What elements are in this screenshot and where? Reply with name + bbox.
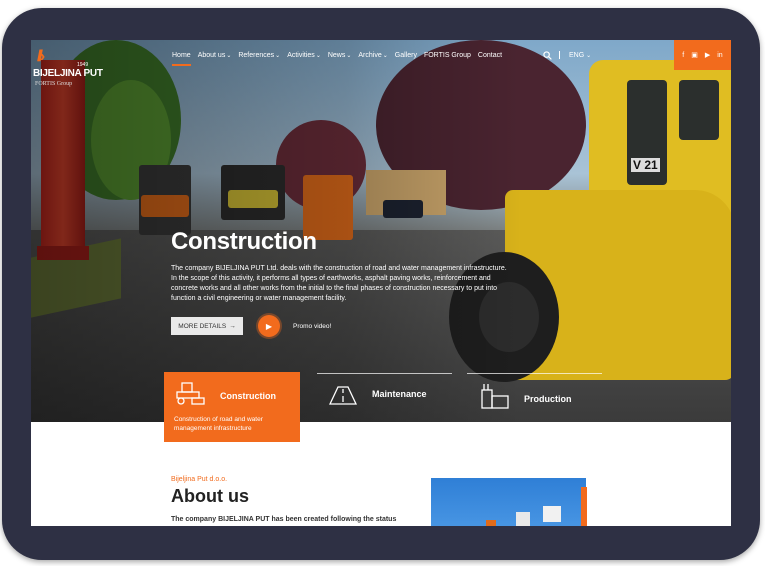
youtube-icon[interactable]: ▶ bbox=[705, 51, 710, 59]
nav-item-label: About us bbox=[197, 52, 226, 59]
language-label: ENG bbox=[569, 52, 585, 59]
play-button[interactable]: ▶ bbox=[258, 315, 280, 337]
nav-item-about-us[interactable]: About us ⌄ bbox=[198, 52, 232, 59]
nav-item-label: News bbox=[327, 52, 346, 59]
card-construction-title: Construction bbox=[220, 391, 276, 401]
hero-overlay bbox=[31, 40, 731, 422]
nav-item-label: Gallery bbox=[394, 52, 417, 59]
nav-item-label: Activities bbox=[287, 52, 315, 59]
card-construction[interactable]: Construction Construction of road and wa… bbox=[164, 372, 300, 442]
logo-group: FORTIS Group bbox=[35, 81, 73, 87]
about-image bbox=[431, 478, 586, 526]
roller-icon bbox=[174, 380, 206, 411]
about-title: About us bbox=[171, 486, 249, 506]
nav-item-news[interactable]: News ⌄ bbox=[328, 52, 352, 59]
factory-icon bbox=[480, 382, 510, 415]
hero-description: The company BIJELJINA PUT Ltd. deals wit… bbox=[171, 265, 507, 302]
about-kicker: Bijeljina Put d.o.o. bbox=[171, 476, 228, 483]
nav-item-label: Contact bbox=[477, 52, 503, 59]
play-icon: ▶ bbox=[265, 321, 273, 331]
nav-item-label: FORTIS Group bbox=[423, 52, 471, 59]
search-icon[interactable] bbox=[543, 51, 552, 62]
language-selector[interactable]: ENG ⌄ bbox=[569, 52, 591, 59]
nav-item-fortis-group[interactable]: FORTIS Group bbox=[424, 52, 471, 59]
facebook-icon[interactable]: f bbox=[682, 52, 684, 59]
nav-item-archive[interactable]: Archive ⌄ bbox=[358, 52, 387, 59]
chevron-down-icon: ⌄ bbox=[275, 53, 281, 59]
nav-item-label: References bbox=[238, 52, 275, 59]
logo-name: BIJELJINA PUT bbox=[33, 68, 103, 79]
nav-divider bbox=[559, 51, 560, 59]
flag-3 bbox=[486, 520, 496, 526]
social-bar: f ▣ ▶ in bbox=[674, 40, 731, 70]
logo-mark-icon: //› bbox=[37, 48, 45, 65]
card-maintenance-line bbox=[317, 373, 452, 374]
nav-item-contact[interactable]: Contact bbox=[478, 52, 502, 59]
website-viewport: V 21 //› 1949 BIJELJINA PUT FORTIS Group… bbox=[31, 40, 731, 526]
instagram-icon[interactable]: ▣ bbox=[691, 51, 698, 59]
card-construction-desc: Construction of road and water managemen… bbox=[174, 416, 263, 432]
site-logo[interactable]: //› 1949 BIJELJINA PUT FORTIS Group bbox=[33, 48, 103, 92]
chevron-down-icon: ⌄ bbox=[226, 53, 232, 59]
chevron-down-icon: ⌄ bbox=[382, 53, 388, 59]
chevron-down-icon: ⌄ bbox=[315, 53, 321, 59]
nav-item-label: Archive bbox=[358, 52, 382, 59]
card-production-line bbox=[467, 373, 602, 374]
nav-item-references[interactable]: References ⌄ bbox=[238, 52, 280, 59]
promo-video-link[interactable]: Promo video! bbox=[293, 323, 331, 330]
hero-banner: V 21 //› 1949 BIJELJINA PUT FORTIS Group… bbox=[31, 40, 731, 422]
about-text: The company BIJELJINA PUT has been creat… bbox=[171, 516, 397, 523]
flag bbox=[516, 512, 530, 526]
main-nav: Home About us ⌄ References ⌄ Activities ⌄ News ⌄… bbox=[172, 52, 502, 66]
road-icon bbox=[328, 384, 358, 411]
arrow-right-icon: → bbox=[229, 322, 236, 330]
nav-item-activities[interactable]: Activities ⌄ bbox=[287, 52, 321, 59]
linkedin-icon[interactable]: in bbox=[717, 52, 722, 59]
more-details-button[interactable]: MORE DETAILS → bbox=[171, 317, 243, 335]
hero-title: Construction bbox=[171, 228, 317, 255]
flag-2 bbox=[543, 506, 561, 522]
about-image-accent bbox=[581, 487, 587, 526]
more-details-label: MORE DETAILS bbox=[178, 322, 227, 330]
nav-item-gallery[interactable]: Gallery bbox=[395, 52, 417, 59]
nav-item-home[interactable]: Home bbox=[172, 52, 191, 66]
chevron-down-icon: ⌄ bbox=[346, 53, 352, 59]
card-maintenance-title[interactable]: Maintenance bbox=[372, 389, 427, 399]
nav-item-label: Home bbox=[172, 52, 191, 59]
chevron-down-icon: ⌄ bbox=[586, 53, 592, 59]
card-production-title[interactable]: Production bbox=[524, 394, 572, 404]
